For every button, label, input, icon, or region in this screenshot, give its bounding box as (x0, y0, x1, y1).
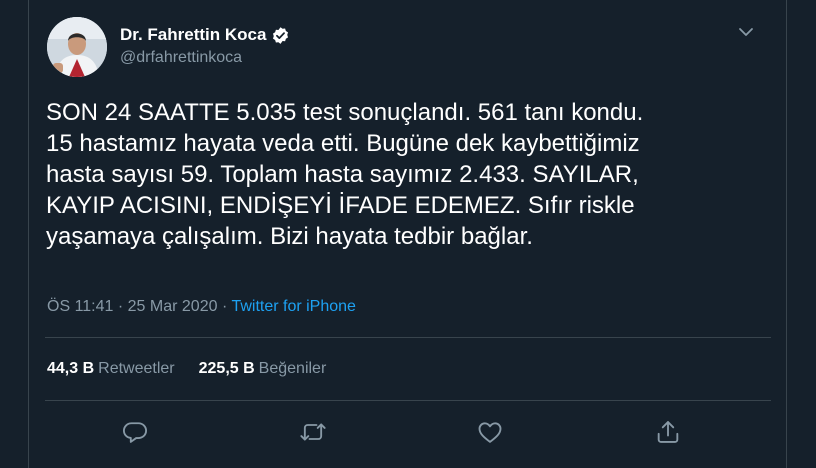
tweet-text: SON 24 SAATTE 5.035 test sonuçlandı. 561… (46, 99, 644, 250)
frame-border-right (786, 0, 787, 468)
tweet-source-link[interactable]: Twitter for iPhone (231, 298, 356, 315)
retweet-icon[interactable] (299, 418, 327, 446)
verified-badge-icon (271, 26, 290, 45)
likes-label: Beğeniler (258, 360, 327, 377)
share-icon[interactable] (654, 418, 682, 446)
author-name[interactable]: Dr. Fahrettin Koca (120, 25, 266, 45)
reply-icon[interactable] (121, 418, 149, 446)
meta-separator: · (221, 298, 228, 315)
divider (45, 400, 771, 401)
tweet-meta: ÖS 11:41 · 25 Mar 2020 · Twitter for iPh… (47, 298, 356, 316)
author-handle[interactable]: @drfahrettinkoca (120, 49, 242, 67)
retweets-stat[interactable]: 44,3 B Retweetler (47, 360, 175, 378)
tweet-card: Dr. Fahrettin Koca @drfahrettinkoca SON … (29, 0, 786, 468)
likes-count: 225,5 B (198, 360, 255, 377)
heart-icon[interactable] (476, 418, 504, 446)
tweet-actions (29, 416, 786, 448)
author-row: Dr. Fahrettin Koca (120, 25, 290, 45)
avatar[interactable] (47, 17, 107, 77)
divider (45, 337, 771, 338)
chevron-down-icon[interactable] (737, 25, 755, 39)
tweet-stats: 44,3 B Retweetler 225,5 B Beğeniler (47, 360, 350, 378)
likes-stat[interactable]: 225,5 B Beğeniler (199, 360, 327, 378)
retweets-label: Retweetler (98, 360, 175, 377)
tweet-time[interactable]: ÖS 11:41 (47, 298, 113, 315)
retweets-count: 44,3 B (47, 360, 95, 377)
meta-separator: · (117, 298, 124, 315)
tweet-date[interactable]: 25 Mar 2020 (128, 298, 218, 315)
